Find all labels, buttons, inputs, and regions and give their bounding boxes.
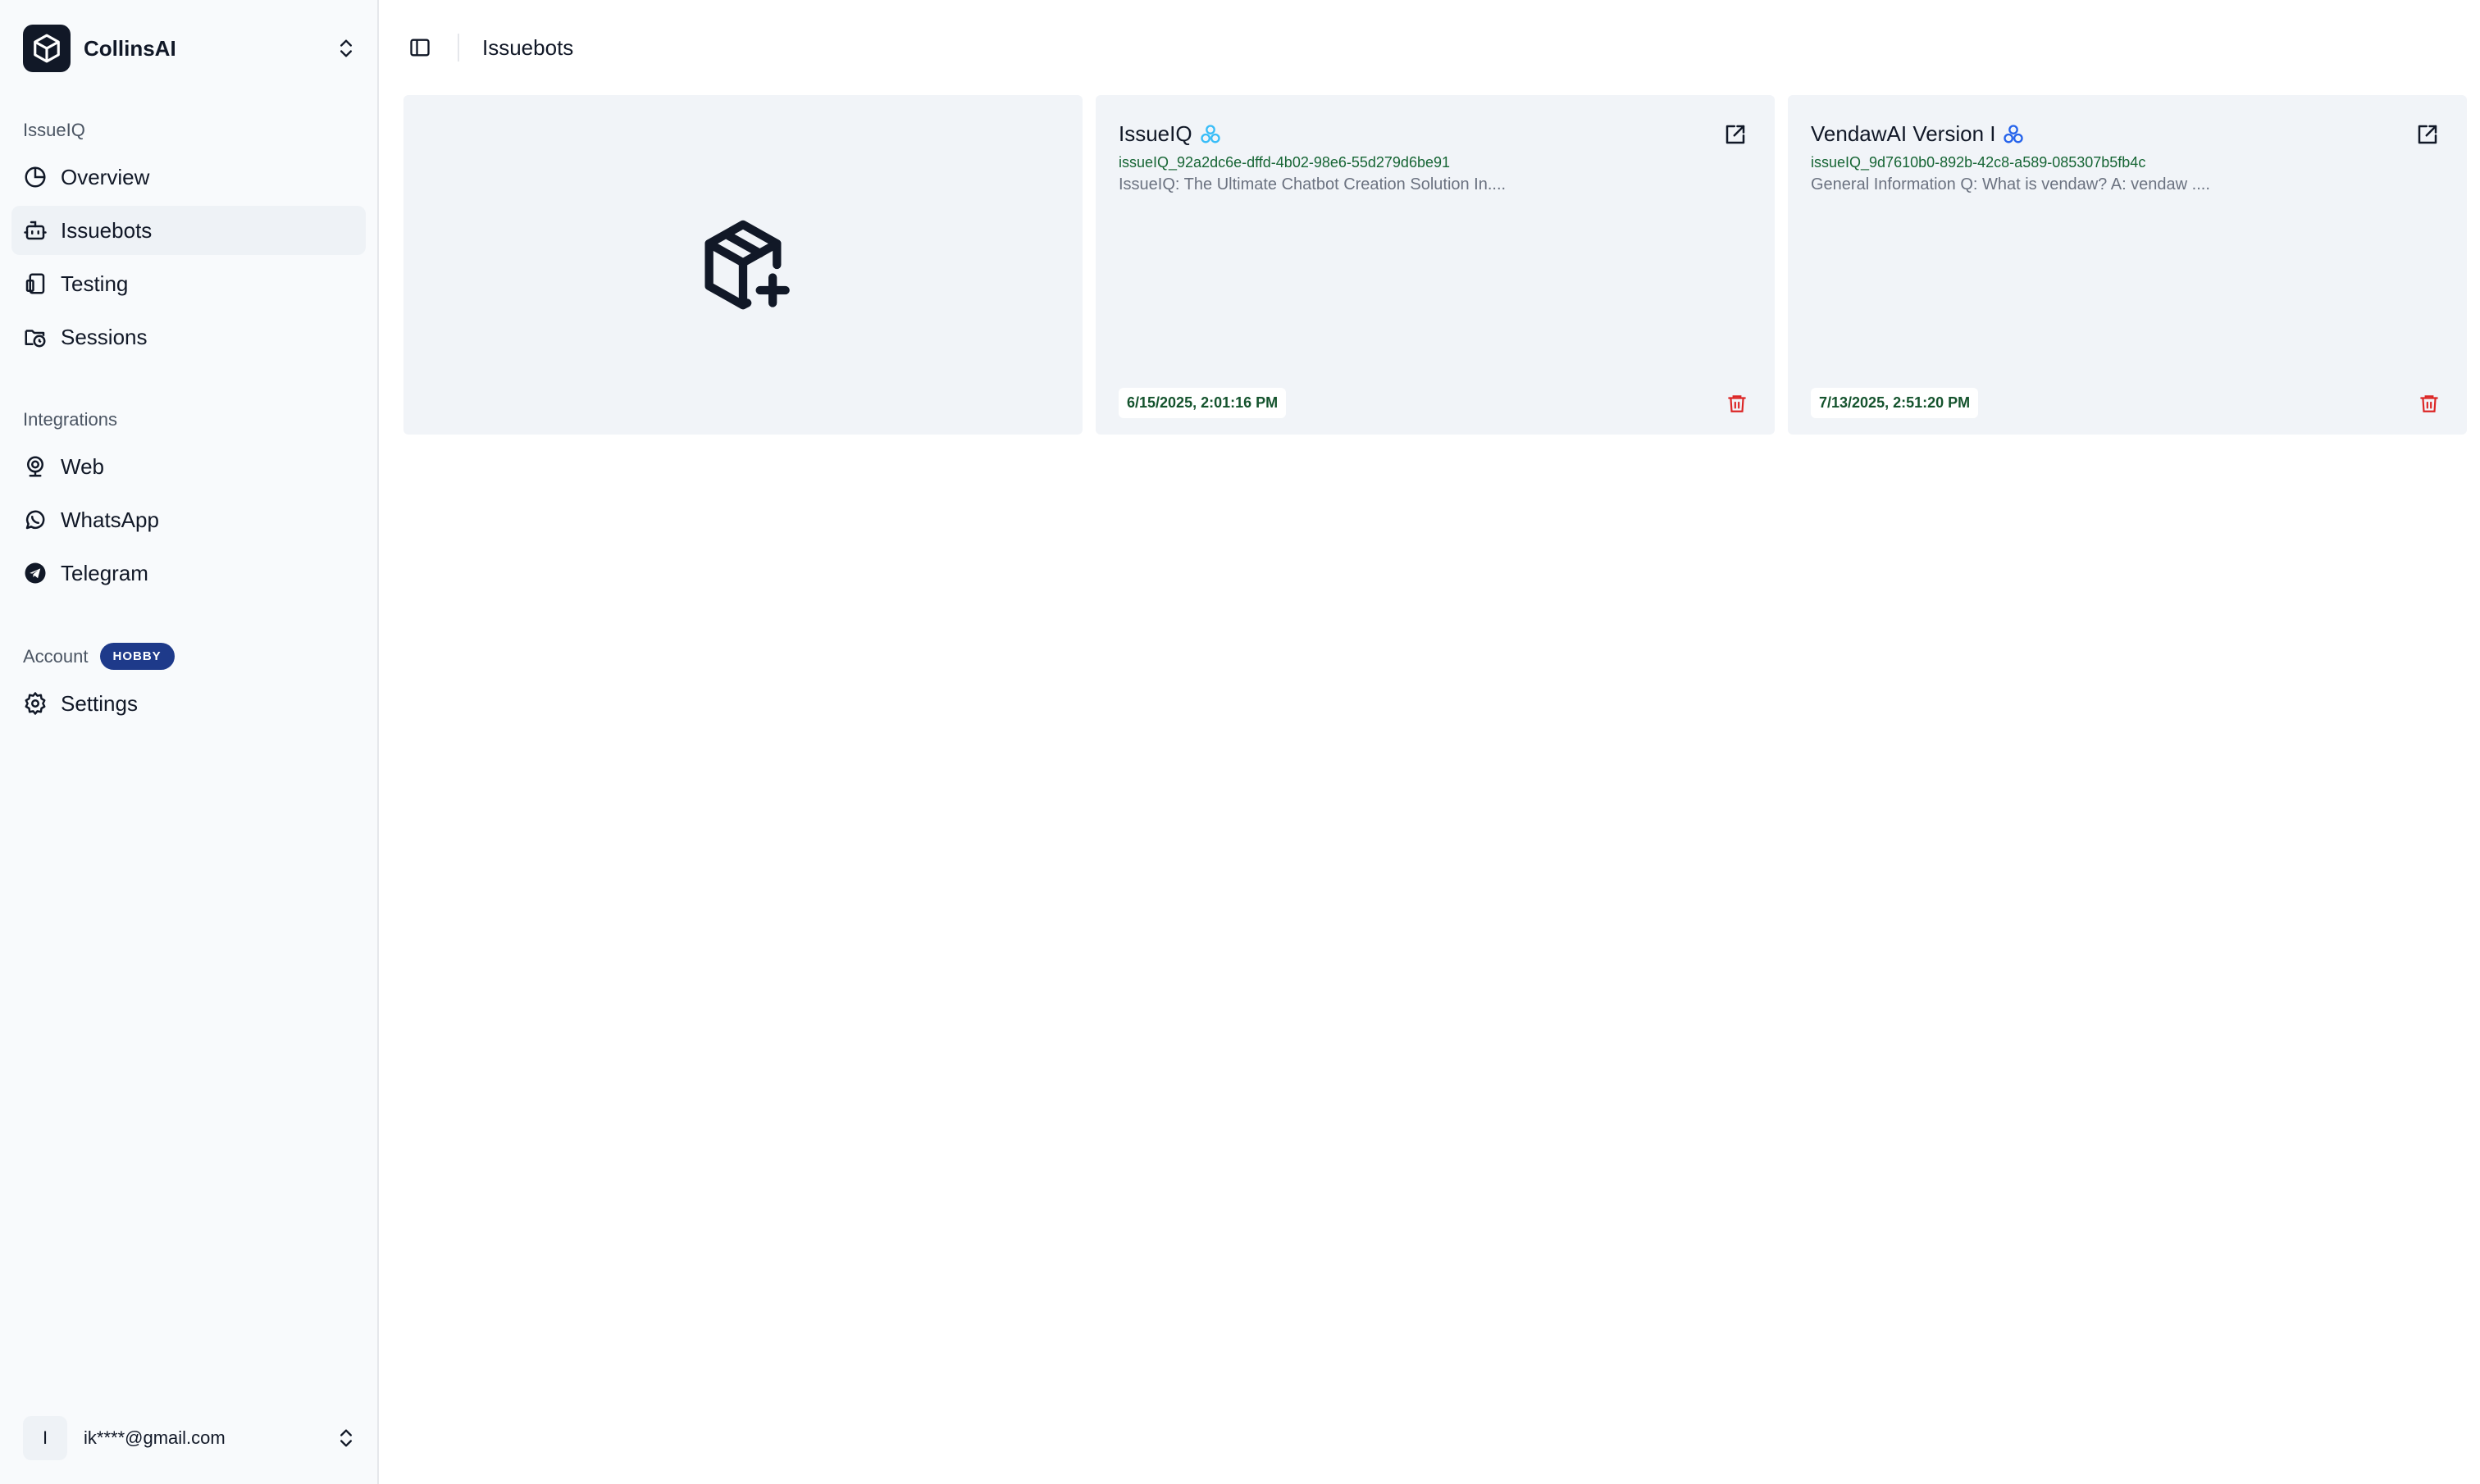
sidebar-item-label: Overview <box>61 164 150 189</box>
created-date: 7/13/2025, 2:51:20 PM <box>1811 388 1979 418</box>
trash-icon <box>2420 395 2438 412</box>
sidebar-item-issuebots[interactable]: Issuebots <box>11 206 366 255</box>
main-content: Issuebots IssueIQ issueIQ_92a2dc6e-dffd-… <box>379 0 2480 1484</box>
sidebar-item-whatsapp[interactable]: WhatsApp <box>11 495 366 544</box>
avatar: I <box>23 1416 67 1460</box>
sidebar-item-label: Settings <box>61 690 138 716</box>
sidebar-item-label: Telegram <box>61 560 148 585</box>
issuebot-description: IssueIQ: The Ultimate Chatbot Creation S… <box>1119 175 1507 193</box>
issuebot-card[interactable]: VendawAI Version I issueIQ_9d7610b0-892b… <box>1788 95 2467 435</box>
sidebar-item-label: Testing <box>61 271 129 296</box>
issuebot-description: General Information Q: What is vendaw? A… <box>1811 175 2210 193</box>
section-label-account: Account HOBBY <box>23 643 175 670</box>
gear-icon <box>25 692 46 715</box>
section-label-integrations: Integrations <box>23 409 117 430</box>
sidebar: CollinsAI IssueIQ Overview Issuebots Tes… <box>0 0 379 1484</box>
topbar-divider <box>458 34 459 61</box>
sidebar-item-testing[interactable]: Testing <box>11 259 366 308</box>
issuebot-grid: IssueIQ issueIQ_92a2dc6e-dffd-4b02-98e6-… <box>403 95 2467 435</box>
open-issuebot-button[interactable] <box>2411 118 2444 151</box>
plan-badge: HOBBY <box>99 643 175 670</box>
app-root: CollinsAI IssueIQ Overview Issuebots Tes… <box>0 0 2480 1484</box>
account-label: Account <box>23 645 89 667</box>
user-menu[interactable]: I ik****@gmail.com <box>23 1413 358 1463</box>
open-issuebot-button[interactable] <box>1719 118 1752 151</box>
workflow-icon <box>1200 124 1220 143</box>
sidebar-item-telegram[interactable]: Telegram <box>11 549 366 598</box>
panel-left-icon <box>410 39 430 57</box>
user-email: ik****@gmail.com <box>84 1427 226 1448</box>
breadcrumb: Issuebots <box>482 34 574 60</box>
issuebot-card[interactable]: IssueIQ issueIQ_92a2dc6e-dffd-4b02-98e6-… <box>1096 95 1775 435</box>
whatsapp-icon <box>25 510 45 530</box>
chevrons-up-down-icon <box>340 1429 352 1447</box>
sidebar-toggle-button[interactable] <box>403 31 436 64</box>
external-link-icon <box>2418 125 2437 144</box>
workspace-name: CollinsAI <box>84 35 176 61</box>
box-logo-icon <box>23 25 71 72</box>
folder-clock-icon <box>25 330 46 348</box>
sidebar-item-label: Sessions <box>61 324 148 349</box>
sidebar-item-sessions[interactable]: Sessions <box>11 312 366 362</box>
topbar: Issuebots <box>379 0 2480 95</box>
chevrons-up-down-icon <box>340 39 352 57</box>
new-issuebot-card[interactable] <box>403 95 1083 435</box>
webcam-icon <box>27 456 43 477</box>
sidebar-item-web[interactable]: Web <box>11 442 366 491</box>
telegram-icon <box>25 562 46 584</box>
pie-chart-icon <box>25 166 46 188</box>
issuebot-id: issueIQ_92a2dc6e-dffd-4b02-98e6-55d279d6… <box>1119 154 1450 171</box>
sidebar-item-settings[interactable]: Settings <box>11 679 366 728</box>
external-link-icon <box>1726 125 1745 144</box>
sidebar-item-label: Issuebots <box>61 217 153 243</box>
issuebot-title: VendawAI Version I <box>1811 121 2025 147</box>
book-icon <box>25 273 45 294</box>
issuebot-name: IssueIQ <box>1119 121 1192 146</box>
workspace-switcher[interactable]: CollinsAI <box>23 23 358 74</box>
section-label-issueiq: IssueIQ <box>23 120 85 140</box>
issuebot-name: VendawAI Version I <box>1811 121 1996 146</box>
sidebar-item-label: Web <box>61 453 104 479</box>
issuebot-title: IssueIQ <box>1119 121 1222 147</box>
sidebar-item-label: WhatsApp <box>61 507 159 532</box>
bot-icon <box>24 221 47 240</box>
trash-icon <box>1728 395 1746 412</box>
sidebar-item-overview[interactable]: Overview <box>11 152 366 202</box>
delete-issuebot-button[interactable] <box>2414 389 2444 418</box>
created-date: 6/15/2025, 2:01:16 PM <box>1119 388 1287 418</box>
issuebot-id: issueIQ_9d7610b0-892b-42c8-a589-085307b5… <box>1811 154 2146 171</box>
delete-issuebot-button[interactable] <box>1722 389 1752 418</box>
package-plus-icon <box>704 220 790 310</box>
workflow-icon <box>2004 124 2024 143</box>
